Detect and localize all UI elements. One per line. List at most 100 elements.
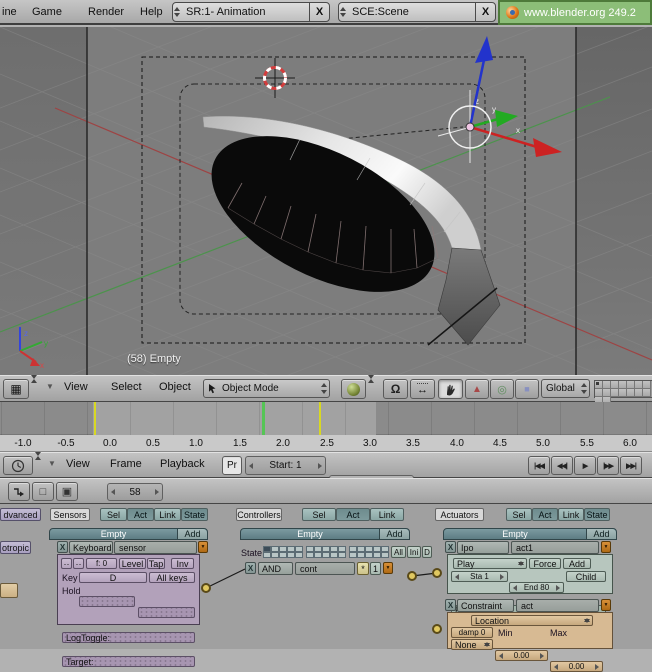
manipulator-toggle-button[interactable]: [438, 379, 463, 399]
layer-8[interactable]: [595, 389, 603, 397]
tl-menu-playback[interactable]: Playback: [160, 458, 205, 470]
image-button[interactable]: ▣: [56, 482, 78, 501]
constraint-min-field[interactable]: 0.00: [495, 650, 548, 661]
jump-start-icon: |◀◀: [534, 462, 544, 470]
timeline-header: ▼ View Frame Playback Pr Start: 1 End: 1…: [0, 452, 652, 478]
viewport-3d[interactable]: z y x z y x (58) Empty: [0, 27, 652, 375]
timeline-track[interactable]: [0, 402, 652, 435]
menu-game[interactable]: Game: [32, 6, 62, 18]
ruler-tick: 1.0: [189, 438, 203, 449]
layer-2[interactable]: [603, 381, 611, 389]
sensor-output-socket[interactable]: [202, 584, 210, 592]
screen-selector[interactable]: SR:1- Animation X: [172, 2, 330, 22]
gizmo-z-label: z: [24, 329, 28, 338]
start-decrement-icon[interactable]: [249, 463, 253, 469]
empty-x-label: x: [516, 126, 520, 135]
ruler-tick: 2.0: [276, 438, 290, 449]
mode-dropdown[interactable]: Object Mode: [203, 379, 330, 398]
select-rect-button[interactable]: □: [32, 482, 54, 501]
ruler-tick: 0.0: [103, 438, 117, 449]
scene-selector[interactable]: SCE:Scene X: [338, 2, 496, 22]
screen-close-button[interactable]: X: [309, 3, 329, 21]
manipulator-handles-button[interactable]: ↔: [410, 379, 435, 399]
start-frame-field[interactable]: Start: 1: [245, 456, 326, 475]
layer-7[interactable]: [643, 381, 651, 389]
layer-1[interactable]: [595, 381, 603, 389]
gizmo-y-label: y: [44, 339, 48, 348]
ruler-tick: 4.0: [450, 438, 464, 449]
layer-4[interactable]: [619, 381, 627, 389]
timeline-editor-button[interactable]: [3, 456, 33, 475]
ruler-tick: 3.0: [363, 438, 377, 449]
scale-square-icon: ■: [524, 384, 529, 394]
orientation-dropdown[interactable]: Global: [541, 379, 590, 398]
ruler-tick: 1.5: [233, 438, 247, 449]
layer-16[interactable]: [643, 389, 651, 397]
vp-menu-view[interactable]: View: [64, 381, 88, 393]
tl-menu-view[interactable]: View: [66, 458, 90, 470]
preview-range-button[interactable]: Pr: [222, 456, 242, 475]
layer-13[interactable]: [619, 389, 627, 397]
timeline-marker-2[interactable]: [319, 402, 321, 435]
prev-keyframe-button[interactable]: ◀◀|: [551, 456, 573, 475]
layer-15[interactable]: [635, 389, 643, 397]
clock-icon: [11, 459, 25, 473]
ruler-tick: 0.5: [146, 438, 160, 449]
layer-11[interactable]: [603, 389, 611, 397]
blender-logo-icon: [506, 6, 519, 19]
active-object-info: (58) Empty: [127, 353, 181, 365]
screen-name[interactable]: SR:1- Animation: [182, 6, 265, 18]
hand-icon: [444, 383, 457, 396]
menu-render[interactable]: Render: [88, 6, 124, 18]
layer-6[interactable]: [635, 381, 643, 389]
ruler-tick: 3.5: [406, 438, 420, 449]
viewport-canvas: z y x z y x: [0, 27, 652, 375]
scale-manipulator-button[interactable]: ■: [515, 379, 539, 399]
layer-5[interactable]: [627, 381, 635, 389]
blender-window: { "colors": { "version_green": "#8cbe78"…: [0, 0, 652, 649]
layer-3[interactable]: [611, 381, 619, 389]
jump-to-start-button[interactable]: |◀◀: [528, 456, 550, 475]
logic-frame-decrement-icon[interactable]: [111, 489, 115, 495]
current-frame-indicator[interactable]: [262, 402, 265, 435]
timeline-collapse-icon[interactable]: ▼: [48, 459, 56, 468]
logic-header: □ ▣ 58: [0, 478, 652, 504]
ipo-input-socket[interactable]: [433, 569, 441, 577]
scene-browse-icon[interactable]: [339, 3, 348, 21]
scene-close-button[interactable]: X: [475, 3, 495, 21]
tl-menu-frame[interactable]: Frame: [110, 458, 142, 470]
target-field[interactable]: Target:: [62, 656, 195, 667]
timeline-ruler[interactable]: -1.0 -0.5 0.0 0.5 1.0 1.5 2.0 2.5 3.0 3.…: [0, 435, 652, 452]
square-select-icon: □: [40, 486, 47, 498]
logic-editor-button[interactable]: [8, 482, 30, 501]
menu-timeline[interactable]: ine: [2, 6, 17, 18]
editor-type-button[interactable]: ▦: [3, 379, 29, 399]
header-collapse-icon[interactable]: ▼: [46, 382, 54, 391]
ruler-tick: 4.5: [493, 438, 507, 449]
viewport-header: ▦ ▼ View Select Object Object Mode Ω ↔ ▲…: [0, 375, 652, 402]
layer-14[interactable]: [627, 389, 635, 397]
vp-menu-object[interactable]: Object: [159, 381, 191, 393]
pivot-button[interactable]: Ω: [383, 379, 408, 399]
jump-to-end-button[interactable]: ▶▶|: [620, 456, 642, 475]
scene-name[interactable]: SCE:Scene: [348, 6, 409, 18]
timeline-marker-1[interactable]: [94, 402, 96, 435]
draw-mode-button[interactable]: [341, 379, 366, 399]
constraint-input-socket[interactable]: [433, 625, 441, 633]
layer-buttons[interactable]: [594, 380, 652, 398]
constraint-max-field[interactable]: 0.00: [550, 661, 603, 672]
logic-frame-increment-icon[interactable]: [155, 489, 159, 495]
logic-frame-field[interactable]: 58: [107, 483, 163, 501]
translate-manipulator-button[interactable]: ▲: [465, 379, 489, 399]
screen-browse-icon[interactable]: [173, 3, 182, 21]
start-increment-icon[interactable]: [318, 463, 322, 469]
orientation-arrows-icon: [580, 380, 589, 397]
ruler-tick: 2.5: [320, 438, 334, 449]
controller-output-socket[interactable]: [408, 572, 416, 580]
next-keyframe-button[interactable]: |▶▶: [597, 456, 619, 475]
play-button[interactable]: ▶: [574, 456, 596, 475]
menu-help[interactable]: Help: [140, 6, 163, 18]
rotate-manipulator-button[interactable]: ◎: [490, 379, 514, 399]
vp-menu-select[interactable]: Select: [111, 381, 142, 393]
layer-12[interactable]: [611, 389, 619, 397]
